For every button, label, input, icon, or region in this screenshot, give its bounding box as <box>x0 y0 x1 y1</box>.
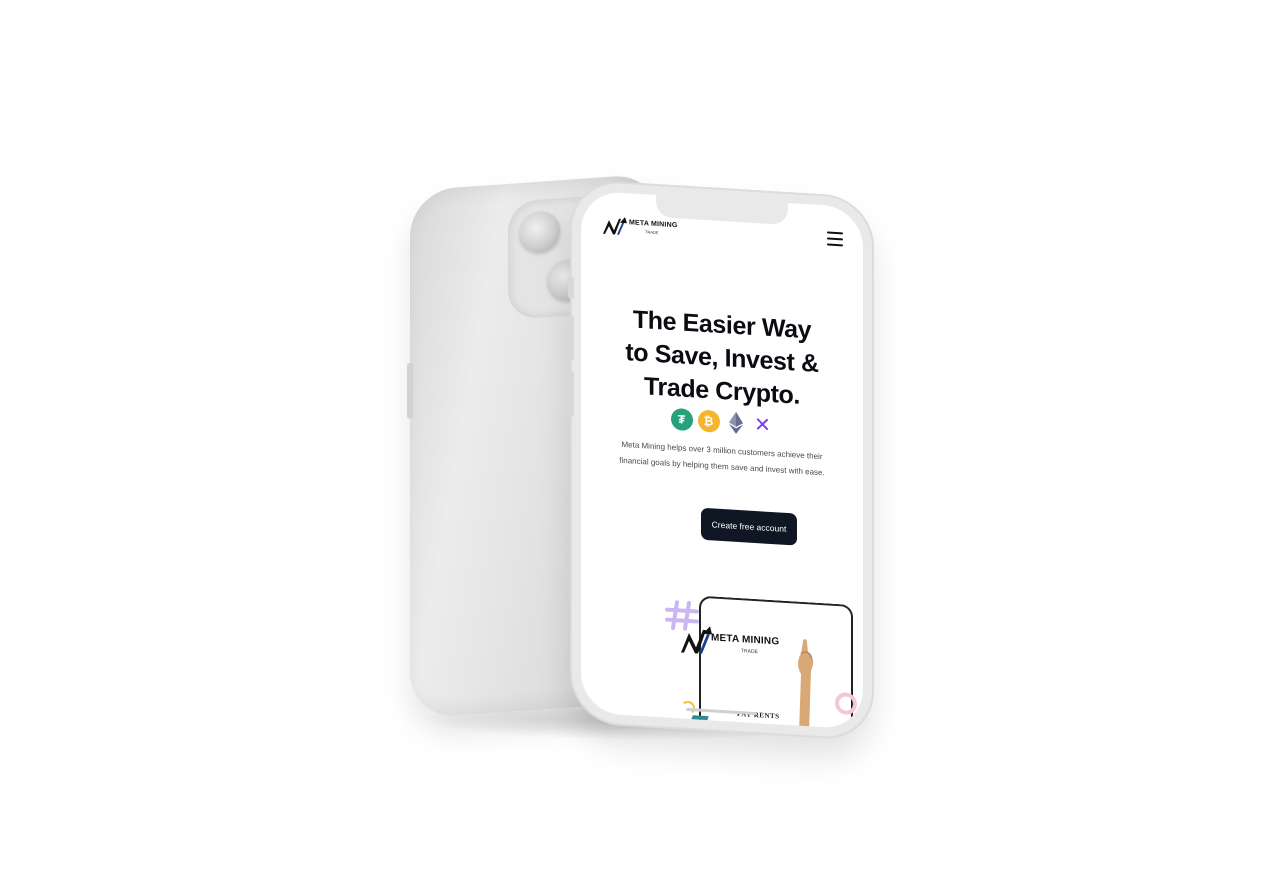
camera-lens-icon <box>520 210 560 254</box>
meta-mining-logo-icon[interactable] <box>601 214 631 240</box>
hamburger-icon[interactable] <box>827 231 843 247</box>
volume-up-button <box>568 314 574 361</box>
front-phone: META MINING TRADE The Easier Way to Save… <box>568 180 872 740</box>
create-free-account-button[interactable]: Create free account <box>701 507 797 546</box>
teal-shape-decoration <box>689 715 709 726</box>
pink-ring-decoration <box>835 691 857 716</box>
hero-description: Meta Mining helps over 3 million custome… <box>619 439 825 478</box>
ethereum-icon <box>725 411 747 434</box>
side-button <box>407 362 413 419</box>
preview-logo-subtitle: TRADE <box>741 648 758 656</box>
logo-subtitle: TRADE <box>645 229 659 236</box>
logo-title: META MINING <box>629 219 678 230</box>
bitcoin-icon: ₿ <box>697 409 720 433</box>
raised-hand-illustration <box>798 639 814 730</box>
phone-screen: META MINING TRADE The Easier Way to Save… <box>581 190 863 730</box>
tether-icon: ₮ <box>670 407 693 432</box>
mockup-scene: META MINING TRADE The Easier Way to Save… <box>0 0 1280 896</box>
xrp-icon: ✕ <box>754 413 771 437</box>
hero-title: The Easier Way to Save, Invest & Trade C… <box>595 301 849 416</box>
volume-down-button <box>568 370 574 417</box>
mute-switch <box>568 276 574 299</box>
